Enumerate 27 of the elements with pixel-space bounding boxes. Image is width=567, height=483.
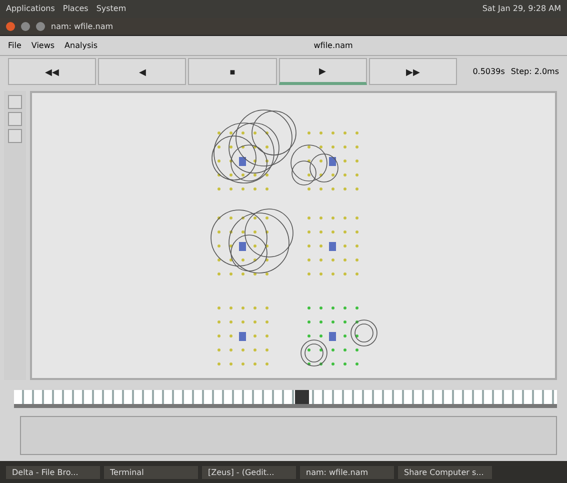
- playback-button[interactable]: ■: [188, 58, 277, 85]
- taskbar-item[interactable]: [Zeus] - (Gedit...: [202, 466, 296, 479]
- playback-button[interactable]: ◀: [98, 58, 186, 85]
- timeline-thumb[interactable]: [294, 390, 309, 404]
- tool-icon[interactable]: [8, 128, 22, 143]
- panel-menu[interactable]: System: [96, 4, 126, 14]
- panel-menu[interactable]: Applications: [6, 4, 55, 14]
- playback-button[interactable]: ▶▶: [368, 58, 458, 85]
- zoom-in-icon[interactable]: [8, 94, 22, 109]
- playback-button[interactable]: ◀◀: [8, 58, 96, 85]
- taskbar-item[interactable]: Terminal: [104, 466, 198, 479]
- taskbar-item[interactable]: Share Computer s...: [398, 466, 492, 479]
- menu-item[interactable]: Analysis: [64, 40, 98, 50]
- window-title: nam: wfile.nam: [51, 22, 114, 31]
- time-display: 0.5039s: [472, 67, 505, 76]
- zoom-out-icon[interactable]: [8, 112, 22, 126]
- menu-item[interactable]: File: [8, 40, 22, 50]
- menu-item[interactable]: Views: [31, 40, 55, 50]
- maximize-icon[interactable]: [36, 22, 45, 31]
- taskbar-item[interactable]: Delta - File Bro...: [6, 466, 100, 479]
- file-name: wfile.nam: [312, 40, 354, 50]
- panel-menu[interactable]: Places: [62, 4, 88, 14]
- playback-button[interactable]: ▶: [278, 58, 367, 85]
- taskbar-item[interactable]: nam: wfile.nam: [300, 466, 394, 479]
- close-icon[interactable]: [6, 22, 15, 31]
- minimize-icon[interactable]: [21, 22, 30, 31]
- clock: Sat Jan 29, 9:28 AM: [482, 4, 561, 14]
